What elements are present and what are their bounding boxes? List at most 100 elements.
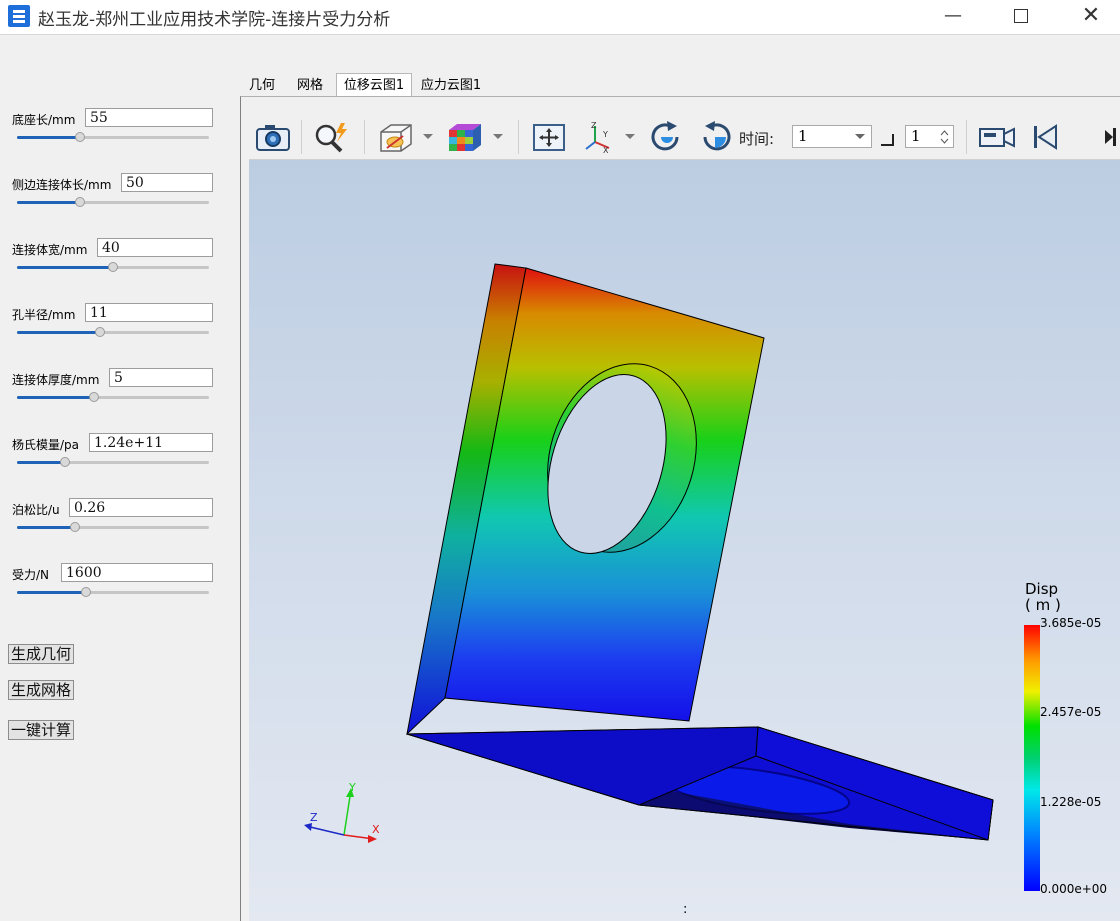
poisson-ratio-slider[interactable] xyxy=(17,522,209,532)
maximize-icon xyxy=(1014,9,1028,23)
render-viewport[interactable]: Y X Z Disp ( m ) 3.685e-05 2.457e-05 1.2… xyxy=(249,160,1120,921)
tab-mesh[interactable]: 网格 xyxy=(286,74,334,96)
param-hole-radius: 孔半径/mm 11 xyxy=(0,295,225,355)
svg-text:Y: Y xyxy=(602,130,608,139)
step-spinbox[interactable]: 1 xyxy=(905,125,954,148)
param-label: 连接体厚度/mm xyxy=(12,373,100,387)
side-length-input[interactable]: 50 xyxy=(121,173,213,192)
slider-fill xyxy=(17,201,81,204)
rotate-cw-icon[interactable] xyxy=(647,120,687,154)
toolbar-separator xyxy=(966,120,967,154)
axes-icon[interactable]: ZYX xyxy=(581,120,621,155)
hole-radius-slider[interactable] xyxy=(17,327,209,337)
maximize-button[interactable] xyxy=(998,2,1044,30)
base-length-input[interactable]: 55 xyxy=(85,108,213,127)
generate-mesh-button[interactable]: 生成网格 xyxy=(8,680,75,700)
youngs-modulus-input[interactable]: 1.24e+11 xyxy=(89,433,213,452)
width-input[interactable]: 40 xyxy=(97,238,213,257)
zoom-icon[interactable] xyxy=(311,120,351,154)
generate-geometry-button[interactable]: 生成几何 xyxy=(8,644,75,664)
param-poisson-ratio: 泊松比/u 0.26 xyxy=(0,490,225,550)
slider-thumb[interactable] xyxy=(75,197,86,207)
slider-thumb[interactable] xyxy=(75,132,86,142)
toolbar-separator xyxy=(518,120,519,154)
param-label: 受力/N xyxy=(12,568,50,582)
title-bar: 赵玉龙-郑州工业应用技术学院-连接片受力分析 — ✕ xyxy=(0,0,1120,35)
fit-view-icon[interactable] xyxy=(529,120,569,154)
time-select[interactable]: 1 xyxy=(792,125,872,148)
param-force: 受力/N 1600 xyxy=(0,555,225,615)
param-label: 杨氏模量/pa xyxy=(12,438,80,452)
param-side-length: 侧边连接体长/mm 50 xyxy=(0,165,225,225)
toolbar-separator xyxy=(301,120,302,154)
step-icon xyxy=(877,120,897,154)
slider-fill xyxy=(17,591,87,594)
status-text: : xyxy=(683,902,688,917)
slider-thumb[interactable] xyxy=(81,587,92,597)
param-width: 连接体宽/mm 40 xyxy=(0,230,225,290)
slider-thumb[interactable] xyxy=(69,522,80,532)
thickness-input[interactable]: 5 xyxy=(109,368,213,387)
time-label: 时间: xyxy=(739,130,775,148)
camera-icon[interactable] xyxy=(253,120,293,154)
slider-fill xyxy=(17,266,113,269)
width-slider[interactable] xyxy=(17,262,209,272)
slider-thumb[interactable] xyxy=(60,457,70,467)
app-icon xyxy=(8,5,30,27)
one-click-compute-button[interactable]: 一键计算 xyxy=(8,720,75,740)
force-input[interactable]: 1600 xyxy=(61,563,213,582)
youngs-modulus-slider[interactable] xyxy=(17,457,209,467)
slider-fill xyxy=(17,331,100,334)
color-cube-icon[interactable] xyxy=(445,120,485,154)
visibility-icon[interactable] xyxy=(375,120,415,154)
slider-fill xyxy=(17,526,75,529)
time-value: 1 xyxy=(798,127,808,145)
axes-dropdown-icon[interactable] xyxy=(625,134,635,139)
param-base-length: 底座长/mm 55 xyxy=(0,100,225,160)
param-label: 连接体宽/mm xyxy=(12,243,88,257)
param-label: 侧边连接体长/mm xyxy=(12,178,112,192)
triad-x-label: X xyxy=(372,823,380,836)
slider-fill xyxy=(17,396,94,399)
triad-z-axis xyxy=(305,825,345,836)
svg-text:X: X xyxy=(603,146,609,154)
param-label: 孔半径/mm xyxy=(12,308,76,322)
slider-thumb[interactable] xyxy=(88,392,99,402)
slider-thumb[interactable] xyxy=(108,262,118,272)
legend-color-bar xyxy=(1024,625,1040,891)
rotate-ccw-icon[interactable] xyxy=(695,120,735,154)
window-title: 赵玉龙-郑州工业应用技术学院-连接片受力分析 xyxy=(38,10,391,30)
tab-stress[interactable]: 应力云图1 xyxy=(414,74,488,96)
triad-y-label: Y xyxy=(348,781,356,794)
slider-thumb[interactable] xyxy=(94,327,105,337)
param-youngs-modulus: 杨氏模量/pa 1.24e+11 xyxy=(0,425,225,485)
slider-fill xyxy=(17,461,65,464)
color-dropdown-icon[interactable] xyxy=(493,134,503,139)
video-icon[interactable] xyxy=(977,120,1017,154)
fem-model: Y X Z xyxy=(304,263,994,843)
force-slider[interactable] xyxy=(17,587,209,597)
visibility-dropdown-icon[interactable] xyxy=(423,134,433,139)
legend-max-label: 3.685e-05 xyxy=(1040,616,1102,630)
legend-unit: ( m ) xyxy=(1025,596,1061,614)
close-button[interactable]: ✕ xyxy=(1068,2,1114,30)
base-length-slider[interactable] xyxy=(17,132,209,142)
slider-fill xyxy=(17,136,81,139)
tab-displacement[interactable]: 位移云图1 xyxy=(336,73,412,97)
thickness-slider[interactable] xyxy=(17,392,209,402)
poisson-ratio-input[interactable]: 0.26 xyxy=(69,498,213,517)
hole-radius-input[interactable]: 11 xyxy=(85,303,213,322)
legend-mid1-label: 1.228e-05 xyxy=(1040,795,1102,809)
legend-min-label: 0.000e+00 xyxy=(1040,882,1108,896)
side-length-slider[interactable] xyxy=(17,197,209,207)
param-thickness: 连接体厚度/mm 5 xyxy=(0,360,225,420)
minimize-button[interactable]: — xyxy=(930,2,976,30)
first-frame-icon[interactable] xyxy=(1029,120,1063,154)
legend-mid2-label: 2.457e-05 xyxy=(1040,705,1102,719)
spin-arrows-icon[interactable] xyxy=(940,129,949,145)
toolbar-separator xyxy=(364,120,365,154)
last-frame-icon[interactable] xyxy=(1099,120,1120,154)
step-value: 1 xyxy=(911,127,921,145)
svg-text:Z: Z xyxy=(591,121,597,130)
tab-geometry[interactable]: 几何 xyxy=(240,74,284,96)
